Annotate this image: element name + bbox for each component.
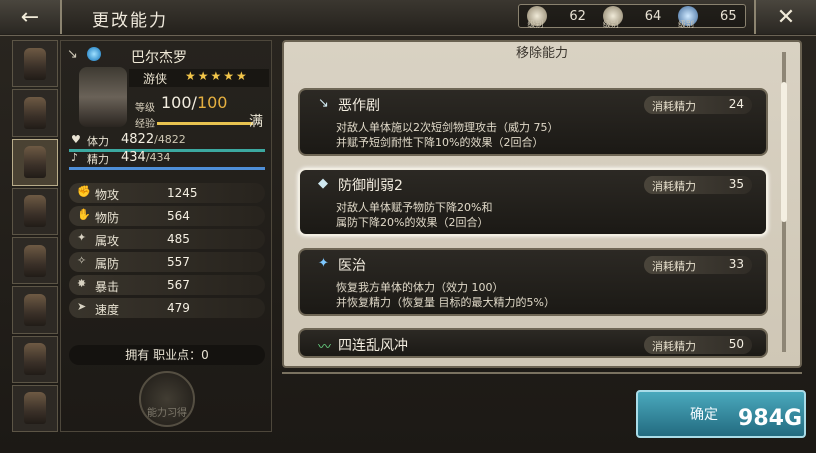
lotus-icon: 级别 bbox=[678, 6, 699, 29]
character-slot[interactable] bbox=[12, 237, 58, 285]
character-slot[interactable] bbox=[12, 286, 58, 334]
heart-icon: ♥ bbox=[71, 133, 81, 146]
critical-icon: ✸ bbox=[77, 277, 87, 290]
level-value: 62 bbox=[569, 8, 586, 24]
close-icon: ✕ bbox=[776, 4, 796, 30]
scrollbar-thumb[interactable] bbox=[781, 82, 787, 222]
job-points: 拥有 职业点：0 bbox=[69, 345, 265, 365]
stat-list: ✊ 物攻 1245 ✋ 物防 564 ✦ 属攻 485 ✧ 属防 557 ✸ 暴 bbox=[69, 183, 265, 321]
character-name: 巴尔杰罗 bbox=[131, 50, 187, 66]
stat-row: ✧ 属防 557 bbox=[69, 252, 265, 272]
character-slot[interactable] bbox=[12, 335, 58, 383]
skill-card[interactable]: ✦ 医治 消耗精力 33 恢复我方单体的体力（效力 100） 并恢复精力（恢复量… bbox=[298, 248, 768, 316]
character-sprite bbox=[24, 293, 46, 326]
divider bbox=[282, 372, 802, 374]
speed-icon: ➤ bbox=[77, 300, 87, 313]
skill-description: 对敌人单体赋予物防下降20%和 属防下降20%的效果（2回合） bbox=[336, 201, 493, 229]
level-entry: 级别 64 bbox=[602, 6, 662, 29]
sp-label: 精力 bbox=[87, 153, 109, 166]
hp-value: 4822/4822 bbox=[121, 132, 186, 147]
character-sprite bbox=[24, 244, 46, 277]
character-sprite bbox=[24, 96, 46, 129]
skill-card[interactable]: ↘ 恶作剧 消耗精力 24 对敌人单体施以2次短剑物理攻击（威力 75） 并赋予… bbox=[298, 88, 768, 156]
character-sprite bbox=[24, 47, 46, 80]
learn-ability-button[interactable]: 能力习得 bbox=[139, 371, 195, 427]
stat-row: ➤ 速度 479 bbox=[69, 298, 265, 318]
character-sprite bbox=[24, 343, 46, 376]
dagger-icon: ↘ bbox=[67, 47, 78, 62]
character-portrait bbox=[79, 67, 127, 127]
stat-row: ✊ 物攻 1245 bbox=[69, 183, 265, 203]
heal-icon: ✦ bbox=[318, 256, 329, 271]
sp-icon: ♪ bbox=[71, 151, 79, 164]
sp-value: 434/434 bbox=[121, 150, 171, 165]
sp-cost: 消耗精力 35 bbox=[644, 176, 752, 194]
level-entry: 级别 65 bbox=[678, 6, 737, 29]
watermark: 984G bbox=[738, 406, 802, 431]
character-slot[interactable] bbox=[12, 187, 58, 235]
name-row: ↘ 巴尔杰罗 bbox=[61, 45, 273, 66]
skill-card[interactable]: 〰 四连乱风冲 消耗精力 50 bbox=[298, 328, 768, 358]
debuff-icon: ◆ bbox=[318, 176, 328, 191]
job-row: 游侠 ★★★★★ bbox=[129, 69, 269, 87]
level-indicator: 级别 62 级别 64 级别 65 bbox=[518, 4, 746, 29]
lotus-icon: 级别 bbox=[527, 6, 548, 29]
sp-row: ♪ 精力 434/434 bbox=[69, 150, 265, 170]
page-title: 更改能力 bbox=[92, 11, 168, 31]
level-value: 65 bbox=[720, 8, 737, 24]
level-label: 等级 bbox=[135, 103, 155, 114]
character-slot[interactable] bbox=[12, 384, 58, 432]
level-value: 100/100 bbox=[161, 93, 228, 112]
skill-description: 对敌人单体施以2次短剑物理攻击（威力 75） 并赋予短剑耐性下降10%的效果（2… bbox=[336, 121, 559, 149]
phys-defense-icon: ✋ bbox=[77, 208, 91, 221]
stat-row: ✦ 属攻 485 bbox=[69, 229, 265, 249]
character-sprite bbox=[24, 146, 46, 179]
max-level-badge: 满 bbox=[249, 114, 263, 130]
sp-cost: 消耗精力 33 bbox=[644, 256, 752, 274]
sp-cost: 消耗精力 50 bbox=[644, 336, 752, 354]
sp-bar bbox=[69, 167, 265, 170]
hp-label: 体力 bbox=[87, 135, 109, 148]
elem-defense-icon: ✧ bbox=[77, 254, 87, 267]
top-bar: ← 更改能力 级别 62 级别 64 级别 65 ✕ bbox=[0, 0, 816, 36]
arrow-left-icon: ← bbox=[20, 4, 40, 30]
close-button[interactable]: ✕ bbox=[754, 0, 816, 34]
skill-description: 恢复我方单体的体力（效力 100） 并恢复精力（恢复量 目标的最大精力的5%） bbox=[336, 281, 555, 309]
character-list bbox=[12, 40, 58, 432]
job-name: 游侠 bbox=[143, 72, 168, 86]
level-value: 64 bbox=[644, 8, 662, 24]
character-slot[interactable] bbox=[12, 89, 58, 137]
stat-row: ✸ 暴击 567 bbox=[69, 275, 265, 295]
character-sprite bbox=[24, 392, 46, 425]
back-button[interactable]: ← bbox=[0, 0, 62, 34]
character-slot[interactable] bbox=[12, 40, 58, 88]
sp-cost: 消耗精力 24 bbox=[644, 96, 752, 114]
character-slot[interactable] bbox=[12, 138, 58, 186]
wind-element-icon bbox=[87, 47, 101, 61]
stat-row: ✋ 物防 564 bbox=[69, 206, 265, 226]
skill-list: ↘ 恶作剧 消耗精力 24 对敌人单体施以2次短剑物理攻击（威力 75） 并赋予… bbox=[298, 88, 768, 358]
lotus-icon: 级别 bbox=[602, 6, 623, 29]
dagger-icon: ↘ bbox=[318, 96, 329, 111]
game-screen: ← 更改能力 级别 62 级别 64 级别 65 ✕ ↘ 巴尔杰罗 游侠 ★★★… bbox=[0, 0, 816, 453]
character-sprite bbox=[24, 195, 46, 228]
star-rating: ★★★★★ bbox=[185, 69, 249, 83]
hp-row: ♥ 体力 4822/4822 bbox=[69, 132, 265, 152]
elem-attack-icon: ✦ bbox=[77, 231, 87, 244]
skill-card[interactable]: ◆ 防御削弱2 消耗精力 35 对敌人单体赋予物防下降20%和 属防下降20%的… bbox=[298, 168, 768, 236]
level-entry: 级别 62 bbox=[527, 6, 586, 29]
exp-label: 经验 bbox=[135, 119, 155, 130]
panel-header: 移除能力 bbox=[515, 46, 568, 61]
phys-attack-icon: ✊ bbox=[77, 185, 91, 198]
character-panel: ↘ 巴尔杰罗 游侠 ★★★★★ 等级 100/100 经验 满 ♥ 体力 482… bbox=[60, 40, 272, 432]
skill-panel: 移除能力 ↘ 恶作剧 消耗精力 24 对敌人单体施以2次短剑物理攻击（威力 75… bbox=[282, 40, 802, 368]
wind-icon: 〰 bbox=[318, 340, 332, 355]
exp-bar bbox=[157, 122, 253, 125]
